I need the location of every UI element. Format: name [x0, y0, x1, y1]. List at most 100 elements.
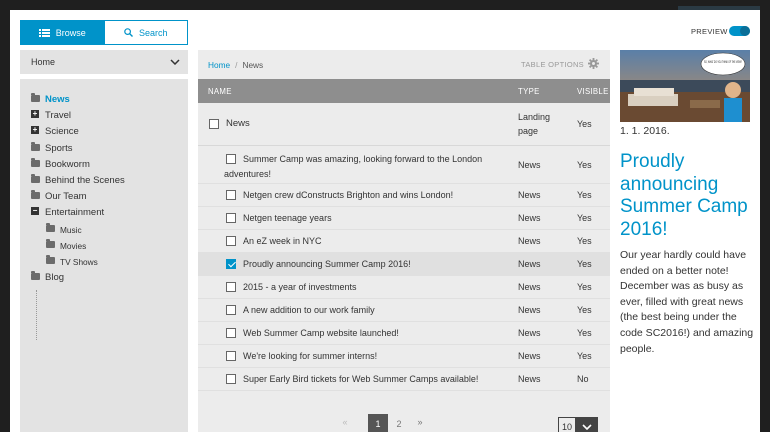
row-type: News: [518, 374, 541, 384]
tab-search[interactable]: Search: [104, 20, 188, 45]
window-top-strip: [0, 0, 770, 10]
table-row[interactable]: Netgen teenage years News Yes: [198, 207, 610, 230]
per-page-value: 10: [558, 417, 576, 432]
parent-row-name: News: [226, 118, 250, 129]
tree-item-science[interactable]: + Science: [20, 123, 188, 139]
column-header-visible[interactable]: VISIBLE: [577, 87, 609, 96]
column-header-type[interactable]: TYPE: [518, 87, 540, 96]
row-visible: Yes: [577, 236, 592, 246]
row-checkbox[interactable]: [226, 213, 236, 223]
tree-item-our-team[interactable]: Our Team: [20, 188, 188, 204]
breadcrumb: Home / News: [208, 60, 263, 70]
tree-item-travel[interactable]: + Travel: [20, 107, 188, 123]
folder-icon: [31, 157, 40, 167]
tree-item-music[interactable]: Music: [20, 221, 188, 237]
parent-row-checkbox[interactable]: [209, 119, 219, 129]
row-name-link[interactable]: Web Summer Camp website launched!: [243, 326, 399, 340]
row-checkbox[interactable]: [226, 351, 236, 361]
row-type: News: [518, 305, 541, 315]
preview-title: Proudly announcing Summer Camp 2016!: [620, 151, 748, 240]
gear-icon: [588, 58, 599, 71]
table-options-label: TABLE OPTIONS: [521, 60, 584, 69]
row-checkbox[interactable]: [226, 305, 236, 315]
row-name-link[interactable]: Proudly announcing Summer Camp 2016!: [243, 257, 411, 271]
row-checkbox[interactable]: [226, 374, 236, 384]
tree-item-behind-the-scenes[interactable]: Behind the Scenes: [20, 172, 188, 188]
row-checkbox[interactable]: [226, 282, 236, 292]
folder-icon: [31, 141, 40, 151]
table-row[interactable]: Proudly announcing Summer Camp 2016! News…: [198, 253, 610, 276]
row-name-link[interactable]: We're looking for summer interns!: [243, 349, 377, 363]
tree-item-bookworm[interactable]: Bookworm: [20, 156, 188, 172]
parent-row-type: Landing page: [518, 112, 551, 136]
row-type: News: [518, 190, 541, 200]
pagination-page-2[interactable]: 2: [390, 414, 408, 432]
tree-item-label: Blog: [45, 272, 65, 284]
row-checkbox[interactable]: [226, 190, 236, 200]
pagination-prev[interactable]: «: [340, 412, 350, 432]
tree-item-tv-shows[interactable]: TV Shows: [20, 253, 188, 269]
collapse-minus-icon[interactable]: −: [31, 207, 39, 216]
tree-item-sports[interactable]: Sports: [20, 140, 188, 156]
row-name-link[interactable]: An eZ week in NYC: [243, 234, 322, 248]
location-select[interactable]: Home: [20, 50, 188, 74]
row-name-link[interactable]: 2015 - a year of investments: [243, 280, 357, 294]
row-type: News: [518, 351, 541, 361]
tree-item-entertainment[interactable]: − Entertainment: [20, 204, 188, 220]
table-options-button[interactable]: TABLE OPTIONS: [521, 58, 599, 71]
tree-item-label: Entertainment: [45, 207, 105, 219]
list-icon: [38, 28, 50, 37]
content-tree: News + Travel + Science Sports Bookworm Behind …: [20, 79, 188, 432]
row-checkbox[interactable]: [226, 328, 236, 338]
expand-plus-icon[interactable]: +: [31, 110, 39, 119]
parent-location-row[interactable]: News Landing page Yes: [198, 103, 610, 146]
row-type: News: [518, 259, 541, 269]
table-header: NAME TYPE VISIBLE: [198, 79, 610, 103]
expand-plus-icon[interactable]: +: [31, 126, 39, 135]
chevron-down-icon: [170, 57, 180, 67]
tree-item-label: Bookworm: [45, 158, 90, 170]
tree-item-news[interactable]: News: [20, 91, 188, 107]
parent-row-visible: Yes: [577, 119, 592, 129]
table-row[interactable]: Web Summer Camp website launched! News Yes: [198, 322, 610, 345]
tree-item-movies[interactable]: Movies: [20, 237, 188, 253]
table-row[interactable]: 2015 - a year of investments News Yes: [198, 276, 610, 299]
row-name-link[interactable]: A new addition to our work family: [243, 303, 375, 317]
tree-item-label: Movies: [60, 240, 87, 251]
pagination-next[interactable]: »: [414, 412, 426, 432]
browse-search-tabs: Browse Search: [20, 20, 188, 45]
pagination-page-1[interactable]: 1: [368, 414, 388, 432]
row-visible: No: [577, 374, 589, 384]
row-checkbox[interactable]: [226, 236, 236, 246]
per-page-select[interactable]: 10: [558, 417, 598, 432]
folder-icon: [31, 173, 40, 183]
row-visible: Yes: [577, 160, 592, 170]
preview-label: PREVIEW: [691, 27, 728, 36]
row-visible: Yes: [577, 190, 592, 200]
preview-toggle[interactable]: [729, 26, 750, 36]
folder-icon: [31, 271, 40, 281]
tree-guide-line: [36, 290, 37, 340]
row-checkbox[interactable]: [226, 259, 236, 269]
chevron-down-icon: [576, 417, 598, 432]
table-row[interactable]: Super Early Bird tickets for Web Summer …: [198, 368, 610, 391]
row-type: News: [518, 213, 541, 223]
row-name-link[interactable]: Netgen teenage years: [243, 211, 332, 225]
row-name-link[interactable]: Netgen crew dConstructs Brighton and win…: [243, 188, 453, 202]
folder-icon: [31, 190, 40, 200]
row-visible: Yes: [577, 259, 592, 269]
tree-item-blog[interactable]: Blog: [20, 269, 188, 285]
row-name-link[interactable]: Summer Camp was amazing, looking forward…: [224, 152, 514, 182]
breadcrumb-current: News: [242, 60, 264, 70]
table-row[interactable]: Netgen crew dConstructs Brighton and win…: [198, 184, 610, 207]
table-row[interactable]: An eZ week in NYC News Yes: [198, 230, 610, 253]
column-header-name[interactable]: NAME: [208, 87, 232, 96]
tab-browse[interactable]: Browse: [20, 20, 105, 45]
breadcrumb-home-link[interactable]: Home: [208, 60, 230, 70]
table-row[interactable]: Summer Camp was amazing, looking forward…: [198, 147, 610, 184]
search-icon: [124, 28, 133, 37]
speech-bubble-text: SO, WHAT DO YOU THINK OF THE VIEW?: [704, 60, 742, 64]
table-row[interactable]: A new addition to our work family News Yes: [198, 299, 610, 322]
table-row[interactable]: We're looking for summer interns! News Yes: [198, 345, 610, 368]
row-name-link[interactable]: Super Early Bird tickets for Web Summer …: [243, 372, 478, 386]
